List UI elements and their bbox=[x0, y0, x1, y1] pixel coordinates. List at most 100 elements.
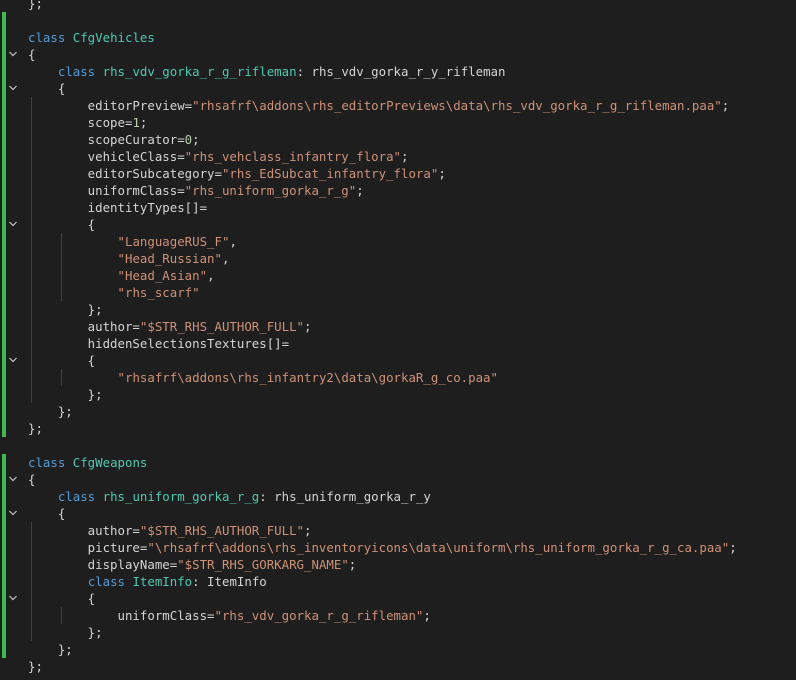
code-line[interactable]: { bbox=[0, 352, 796, 369]
code-line[interactable]: "rhs_scarf" bbox=[0, 284, 796, 301]
modified-line-marker bbox=[2, 80, 6, 97]
code-line[interactable]: class rhs_vdv_gorka_r_g_rifleman: rhs_vd… bbox=[0, 63, 796, 80]
chevron-down-icon[interactable] bbox=[7, 471, 19, 488]
code-token: ; bbox=[192, 132, 200, 147]
code-text: }; bbox=[28, 301, 103, 318]
code-token: ; bbox=[348, 557, 357, 572]
code-line[interactable]: uniformClass="rhs_uniform_gorka_r_g"; bbox=[0, 182, 796, 199]
code-line[interactable]: uniformClass="rhs_vdv_gorka_r_g_rifleman… bbox=[0, 607, 796, 624]
code-text: }; bbox=[28, 0, 43, 12]
modified-line-marker bbox=[2, 573, 6, 590]
chevron-down-icon[interactable] bbox=[7, 505, 19, 522]
modified-line-marker bbox=[2, 182, 6, 199]
code-text: "LanguageRUS_F", bbox=[28, 233, 237, 250]
chevron-down-icon[interactable] bbox=[7, 216, 19, 233]
modified-line-marker bbox=[2, 250, 6, 267]
modified-line-marker bbox=[2, 488, 6, 505]
modified-line-marker bbox=[2, 386, 6, 403]
code-line[interactable]: editorPreview="rhsafrf\addons\rhs_editor… bbox=[0, 97, 796, 114]
code-text: { bbox=[28, 590, 95, 607]
code-line[interactable]: }; bbox=[0, 641, 796, 658]
chevron-down-icon[interactable] bbox=[7, 80, 19, 97]
code-line[interactable]: author="$STR_RHS_AUTHOR_FULL"; bbox=[0, 318, 796, 335]
code-line[interactable]: displayName="$STR_RHS_GORKARG_NAME"; bbox=[0, 556, 796, 573]
code-line[interactable]: editorSubcategory="rhs_EdSubcat_infantry… bbox=[0, 165, 796, 182]
code-line[interactable]: picture="\rhsafrf\addons\rhs_inventoryic… bbox=[0, 539, 796, 556]
code-line[interactable]: { bbox=[0, 46, 796, 63]
code-line[interactable]: vehicleClass="rhs_vehclass_infantry_flor… bbox=[0, 148, 796, 165]
modified-line-marker bbox=[2, 471, 6, 488]
code-token: rhs_uniform_gorka_r_g bbox=[102, 489, 260, 504]
code-line[interactable]: { bbox=[0, 216, 796, 233]
code-text: { bbox=[28, 471, 35, 488]
code-token: : rhs_uniform_gorka_r_y bbox=[259, 489, 431, 504]
code-line[interactable]: }; bbox=[0, 301, 796, 318]
modified-line-marker bbox=[2, 420, 6, 437]
code-token: { bbox=[28, 353, 96, 368]
code-line[interactable]: scopeCurator=0; bbox=[0, 131, 796, 148]
modified-line-marker bbox=[2, 267, 6, 284]
modified-line-marker bbox=[2, 641, 6, 658]
code-line[interactable]: { bbox=[0, 590, 796, 607]
code-text: "rhsafrf\addons\rhs_infantry2\data\gorka… bbox=[28, 369, 498, 386]
code-line[interactable]: }; bbox=[0, 403, 796, 420]
code-token: : rhs_vdv_gorka_r_y_rifleman bbox=[296, 64, 506, 79]
code-line[interactable]: hiddenSelectionsTextures[]= bbox=[0, 335, 796, 352]
code-token: CfgWeapons bbox=[72, 455, 148, 470]
code-line[interactable]: class rhs_uniform_gorka_r_g: rhs_uniform… bbox=[0, 488, 796, 505]
code-line[interactable]: { bbox=[0, 505, 796, 522]
code-token: ; bbox=[721, 98, 730, 113]
modified-line-marker bbox=[2, 352, 6, 369]
code-token: { bbox=[28, 81, 66, 96]
code-line[interactable]: class CfgWeapons bbox=[0, 454, 796, 471]
code-editor[interactable]: }; class CfgVehicles{ class rhs_vdv_gorka… bbox=[0, 0, 796, 680]
code-text: { bbox=[28, 216, 95, 233]
code-token: "rhs_EdSubcat_infantry_flora" bbox=[221, 166, 439, 181]
modified-line-marker bbox=[2, 12, 6, 29]
modified-line-marker bbox=[2, 505, 6, 522]
code-text: uniformClass="rhs_vdv_gorka_r_g_rifleman… bbox=[28, 607, 431, 624]
code-token: displayName= bbox=[28, 557, 178, 572]
code-token: ; bbox=[401, 149, 409, 164]
modified-line-marker bbox=[2, 522, 6, 539]
chevron-down-icon[interactable] bbox=[7, 590, 19, 607]
modified-line-marker bbox=[2, 607, 6, 624]
code-text: displayName="$STR_RHS_GORKARG_NAME"; bbox=[28, 556, 357, 573]
chevron-down-icon[interactable] bbox=[7, 46, 19, 63]
chevron-down-icon[interactable] bbox=[7, 352, 19, 369]
code-line[interactable]: }; bbox=[0, 0, 796, 12]
code-line[interactable]: "Head_Asian", bbox=[0, 267, 796, 284]
code-line[interactable] bbox=[0, 12, 796, 29]
code-text: picture="\rhsafrf\addons\rhs_inventoryic… bbox=[28, 539, 737, 556]
modified-line-marker bbox=[2, 199, 6, 216]
code-line[interactable]: }; bbox=[0, 420, 796, 437]
code-line[interactable]: class ItemInfo: ItemInfo bbox=[0, 573, 796, 590]
code-token: }; bbox=[28, 659, 43, 674]
indent-guide bbox=[31, 97, 32, 403]
code-line[interactable]: class CfgVehicles bbox=[0, 29, 796, 46]
modified-line-marker bbox=[2, 63, 6, 80]
code-line[interactable]: scope=1; bbox=[0, 114, 796, 131]
code-line[interactable]: author="$STR_RHS_AUTHOR_FULL"; bbox=[0, 522, 796, 539]
code-line[interactable] bbox=[0, 437, 796, 454]
code-line[interactable]: "LanguageRUS_F", bbox=[0, 233, 796, 250]
code-line[interactable]: }; bbox=[0, 624, 796, 641]
code-line[interactable]: identityTypes[]= bbox=[0, 199, 796, 216]
code-token: hiddenSelectionsTextures[]= bbox=[28, 336, 290, 351]
code-text: { bbox=[28, 352, 95, 369]
code-line[interactable]: { bbox=[0, 471, 796, 488]
code-token: { bbox=[28, 47, 36, 62]
code-line[interactable]: "rhsafrf\addons\rhs_infantry2\data\gorka… bbox=[0, 369, 796, 386]
code-line[interactable]: "Head_Russian", bbox=[0, 250, 796, 267]
code-line[interactable]: { bbox=[0, 80, 796, 97]
code-line[interactable]: }; bbox=[0, 658, 796, 675]
code-token: author= bbox=[28, 523, 140, 538]
code-text: "Head_Russian", bbox=[28, 250, 230, 267]
code-line[interactable]: }; bbox=[0, 386, 796, 403]
code-token: ; bbox=[356, 183, 364, 198]
modified-line-marker bbox=[2, 165, 6, 182]
